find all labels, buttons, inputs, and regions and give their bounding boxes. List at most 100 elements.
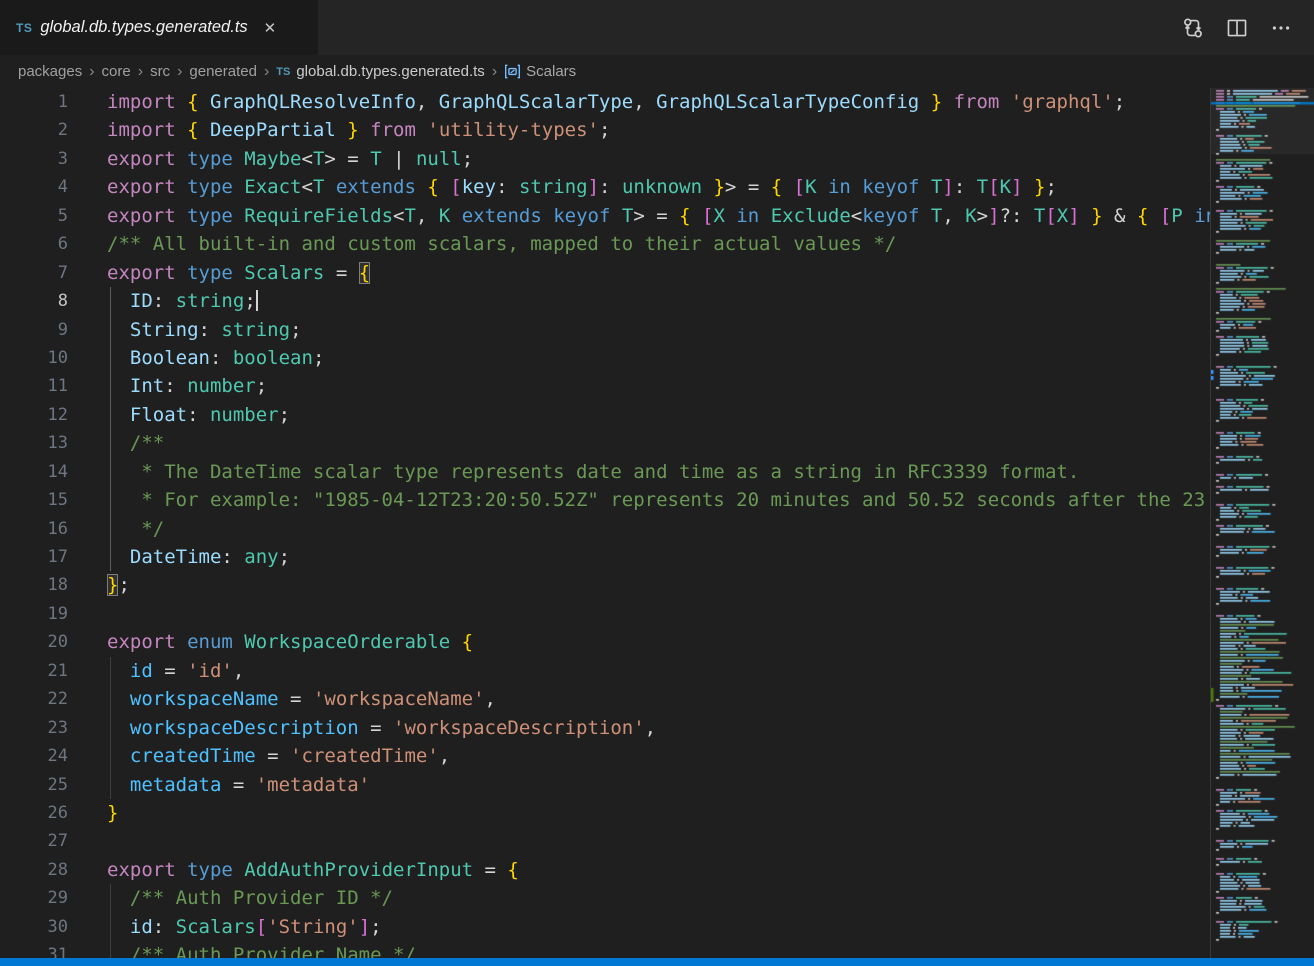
line-number-24[interactable]: 24	[0, 742, 68, 770]
code-line-13[interactable]: 13 /**	[0, 429, 1210, 457]
line-number-25[interactable]: 25	[0, 771, 68, 799]
code-line-21[interactable]: 21 id = 'id',	[0, 657, 1210, 685]
code-line-6[interactable]: 6/** All built-in and custom scalars, ma…	[0, 230, 1210, 258]
breadcrumb-item-src[interactable]: src	[150, 63, 170, 80]
vscode-window: TS global.db.types.generated.ts ✕	[0, 0, 1314, 966]
indent-guide	[110, 685, 111, 713]
code-line-14[interactable]: 14 * The DateTime scalar type represents…	[0, 458, 1210, 486]
indent-guide	[110, 714, 111, 742]
breadcrumb-symbol-scalars[interactable]: Scalars	[504, 63, 576, 80]
code-line-11[interactable]: 11 Int: number;	[0, 372, 1210, 400]
line-number-6[interactable]: 6	[0, 230, 68, 258]
line-number-13[interactable]: 13	[0, 429, 68, 457]
code-line-4[interactable]: 4export type Exact<T extends { [key: str…	[0, 173, 1210, 201]
code-line-20[interactable]: 20export enum WorkspaceOrderable {	[0, 628, 1210, 656]
git-compare-icon[interactable]	[1178, 13, 1208, 43]
line-number-23[interactable]: 23	[0, 714, 68, 742]
code-line-15[interactable]: 15 * For example: "1985-04-12T23:20:50.5…	[0, 486, 1210, 514]
code-line-12[interactable]: 12 Float: number;	[0, 401, 1210, 429]
minimap[interactable]	[1210, 88, 1314, 958]
breadcrumb-file[interactable]: TS global.db.types.generated.ts	[276, 63, 485, 80]
code-line-19[interactable]: 19	[0, 600, 1210, 628]
code-line-31[interactable]: 31 /** Auth Provider Name */	[0, 941, 1210, 958]
line-number-21[interactable]: 21	[0, 657, 68, 685]
line-number-12[interactable]: 12	[0, 401, 68, 429]
line-number-9[interactable]: 9	[0, 316, 68, 344]
line-number-5[interactable]: 5	[0, 202, 68, 230]
tab-global-db-types-generated[interactable]: TS global.db.types.generated.ts ✕	[0, 0, 318, 55]
tab-bar: TS global.db.types.generated.ts ✕	[0, 0, 1314, 55]
split-editor-icon[interactable]	[1222, 13, 1252, 43]
code-editor[interactable]: 1import { GraphQLResolveInfo, GraphQLSca…	[0, 88, 1210, 958]
code-line-10[interactable]: 10 Boolean: boolean;	[0, 344, 1210, 372]
code-line-24[interactable]: 24 createdTime = 'createdTime',	[0, 742, 1210, 770]
code-line-30[interactable]: 30 id: Scalars['String'];	[0, 913, 1210, 941]
indent-guide	[110, 515, 111, 543]
code-line-23[interactable]: 23 workspaceDescription = 'workspaceDesc…	[0, 714, 1210, 742]
line-number-17[interactable]: 17	[0, 543, 68, 571]
line-number-4[interactable]: 4	[0, 173, 68, 201]
chevron-right-icon: ›	[138, 63, 143, 81]
chevron-right-icon: ›	[177, 63, 182, 81]
indent-guide	[110, 771, 111, 799]
breadcrumb-file-label: global.db.types.generated.ts	[296, 63, 484, 80]
symbol-type-icon	[504, 63, 521, 80]
indent-guide	[110, 913, 111, 941]
code-line-27[interactable]: 27	[0, 827, 1210, 855]
breadcrumb-item-generated[interactable]: generated	[189, 63, 257, 80]
line-number-29[interactable]: 29	[0, 884, 68, 912]
ellipsis-icon[interactable]	[1266, 13, 1296, 43]
code-line-25[interactable]: 25 metadata = 'metadata'	[0, 771, 1210, 799]
line-number-22[interactable]: 22	[0, 685, 68, 713]
line-number-27[interactable]: 27	[0, 827, 68, 855]
line-number-11[interactable]: 11	[0, 372, 68, 400]
line-number-31[interactable]: 31	[0, 941, 68, 958]
breadcrumb-item-core[interactable]: core	[102, 63, 131, 80]
line-number-10[interactable]: 10	[0, 344, 68, 372]
code-line-16[interactable]: 16 */	[0, 515, 1210, 543]
chevron-right-icon: ›	[492, 63, 497, 81]
indent-guide	[110, 941, 111, 958]
indent-guide	[110, 884, 111, 912]
ts-icon: TS	[16, 21, 32, 35]
breadcrumb-symbol-label: Scalars	[526, 63, 576, 80]
code-line-1[interactable]: 1import { GraphQLResolveInfo, GraphQLSca…	[0, 88, 1210, 116]
text-cursor	[256, 290, 258, 311]
indent-guide	[110, 742, 111, 770]
code-line-2[interactable]: 2import { DeepPartial } from 'utility-ty…	[0, 116, 1210, 144]
close-icon[interactable]: ✕	[260, 17, 281, 39]
line-number-19[interactable]: 19	[0, 600, 68, 628]
code-line-8[interactable]: 8 ID: string;	[0, 287, 1210, 315]
line-number-16[interactable]: 16	[0, 515, 68, 543]
line-number-28[interactable]: 28	[0, 856, 68, 884]
line-number-20[interactable]: 20	[0, 628, 68, 656]
line-number-8[interactable]: 8	[0, 287, 68, 315]
code-line-22[interactable]: 22 workspaceName = 'workspaceName',	[0, 685, 1210, 713]
line-number-2[interactable]: 2	[0, 116, 68, 144]
line-number-14[interactable]: 14	[0, 458, 68, 486]
code-line-18[interactable]: 18};	[0, 571, 1210, 599]
editor-actions	[1178, 0, 1314, 55]
line-number-18[interactable]: 18	[0, 571, 68, 599]
code-line-28[interactable]: 28export type AddAuthProviderInput = {	[0, 856, 1210, 884]
code-line-29[interactable]: 29 /** Auth Provider ID */	[0, 884, 1210, 912]
line-number-7[interactable]: 7	[0, 259, 68, 287]
code-line-26[interactable]: 26}	[0, 799, 1210, 827]
code-line-7[interactable]: 7export type Scalars = {	[0, 259, 1210, 287]
line-number-3[interactable]: 3	[0, 145, 68, 173]
code-line-5[interactable]: 5export type RequireFields<T, K extends …	[0, 202, 1210, 230]
breadcrumb-item-packages[interactable]: packages	[18, 63, 82, 80]
indent-guide	[110, 486, 111, 514]
indent-guide	[110, 657, 111, 685]
line-number-26[interactable]: 26	[0, 799, 68, 827]
code-line-3[interactable]: 3export type Maybe<T> = T | null;	[0, 145, 1210, 173]
chevron-right-icon: ›	[89, 63, 94, 81]
chevron-right-icon: ›	[264, 63, 269, 81]
code-line-9[interactable]: 9 String: string;	[0, 316, 1210, 344]
code-line-17[interactable]: 17 DateTime: any;	[0, 543, 1210, 571]
ts-icon: TS	[276, 66, 290, 78]
line-number-30[interactable]: 30	[0, 913, 68, 941]
indent-guide	[110, 316, 111, 344]
line-number-1[interactable]: 1	[0, 88, 68, 116]
line-number-15[interactable]: 15	[0, 486, 68, 514]
